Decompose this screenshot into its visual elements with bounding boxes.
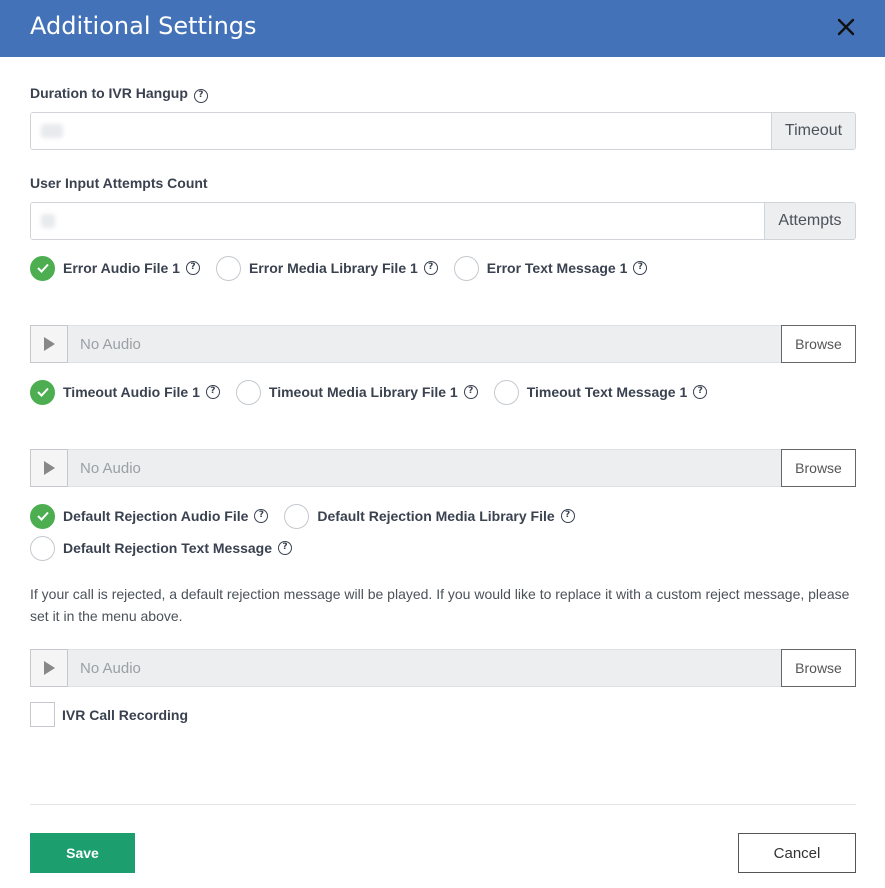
attempts-input[interactable] (31, 203, 764, 239)
radio-error-media-library-file[interactable]: Error Media Library File 1? (215, 255, 438, 281)
timeout-addon: Timeout (771, 113, 855, 149)
error-audio-row: No Audio Browse (30, 325, 856, 363)
error-options: Error Audio File 1? Error Media Library … (30, 255, 663, 281)
play-icon[interactable] (30, 449, 68, 487)
play-icon[interactable] (30, 325, 68, 363)
radio-error-audio-file[interactable]: Error Audio File 1? (30, 255, 200, 281)
input-value-blur (41, 124, 63, 138)
radio-unchecked-icon (493, 379, 519, 405)
audio-file-field: No Audio (68, 325, 781, 363)
duration-label-text: Duration to IVR Hangup (30, 85, 188, 101)
help-icon[interactable]: ? (193, 89, 208, 103)
help-icon[interactable]: ? (423, 261, 438, 275)
help-icon[interactable]: ? (185, 261, 200, 275)
help-icon[interactable]: ? (463, 385, 478, 399)
radio-timeout-media-library-file[interactable]: Timeout Media Library File 1? (235, 379, 478, 405)
attempts-label: User Input Attempts Count (30, 175, 208, 191)
ivr-call-recording-checkbox[interactable] (30, 702, 55, 727)
radio-unchecked-icon (453, 255, 479, 281)
radio-label: Timeout Text Message 1 (526, 384, 688, 400)
rejection-options-row2: Default Rejection Text Message? (30, 535, 308, 561)
attempts-addon: Attempts (764, 203, 855, 239)
dialog-header: Additional Settings (0, 0, 885, 57)
radio-default-rejection-media-library-file[interactable]: Default Rejection Media Library File? (284, 503, 575, 529)
play-icon[interactable] (30, 649, 68, 687)
radio-label: Error Media Library File 1 (248, 260, 418, 276)
timeout-audio-row: No Audio Browse (30, 449, 856, 487)
duration-label: Duration to IVR Hangup? (30, 85, 208, 103)
rejection-audio-row: No Audio Browse (30, 649, 856, 687)
save-button[interactable]: Save (30, 833, 135, 873)
close-icon[interactable] (834, 15, 858, 39)
browse-button[interactable]: Browse (781, 649, 856, 687)
radio-label: Timeout Media Library File 1 (268, 384, 458, 400)
audio-file-field: No Audio (68, 449, 781, 487)
radio-default-rejection-text-message[interactable]: Default Rejection Text Message? (30, 535, 293, 561)
radio-label: Error Text Message 1 (486, 260, 628, 276)
radio-label: Error Audio File 1 (63, 260, 180, 276)
help-icon[interactable]: ? (633, 261, 648, 275)
help-icon[interactable]: ? (693, 385, 708, 399)
radio-label: Default Rejection Text Message (63, 540, 273, 556)
footer-divider (30, 804, 856, 805)
help-icon[interactable]: ? (254, 509, 269, 523)
help-icon[interactable]: ? (205, 385, 220, 399)
radio-checked-icon (30, 379, 55, 405)
duration-input-group: Timeout (30, 112, 856, 150)
radio-timeout-audio-file[interactable]: Timeout Audio File 1? (30, 379, 220, 405)
help-icon[interactable]: ? (560, 509, 575, 523)
rejection-note: If your call is rejected, a default reje… (30, 586, 850, 624)
attempts-input-group: Attempts (30, 202, 856, 240)
radio-error-text-message[interactable]: Error Text Message 1? (453, 255, 648, 281)
browse-button[interactable]: Browse (781, 449, 856, 487)
timeout-options: Timeout Audio File 1? Timeout Media Libr… (30, 379, 723, 405)
radio-unchecked-icon (284, 503, 310, 529)
duration-input[interactable] (31, 113, 771, 149)
input-value-blur (41, 214, 55, 228)
cancel-button[interactable]: Cancel (738, 833, 856, 873)
radio-label: Default Rejection Audio File (63, 508, 249, 524)
ivr-call-recording-label: IVR Call Recording (62, 706, 189, 723)
browse-button[interactable]: Browse (781, 325, 856, 363)
rejection-options: Default Rejection Audio File? Default Re… (30, 503, 591, 529)
help-icon[interactable]: ? (278, 541, 293, 555)
dialog-title: Additional Settings (30, 12, 257, 40)
radio-label: Timeout Audio File 1 (63, 384, 200, 400)
radio-unchecked-icon (235, 379, 261, 405)
radio-unchecked-icon (215, 255, 241, 281)
ivr-call-recording-row: IVR Call Recording (30, 702, 188, 727)
radio-checked-icon (30, 255, 55, 281)
radio-default-rejection-audio-file[interactable]: Default Rejection Audio File? (30, 503, 269, 529)
audio-file-field: No Audio (68, 649, 781, 687)
radio-checked-icon (30, 503, 55, 529)
radio-unchecked-icon (30, 535, 55, 561)
radio-label: Default Rejection Media Library File (317, 508, 555, 524)
radio-timeout-text-message[interactable]: Timeout Text Message 1? (493, 379, 708, 405)
